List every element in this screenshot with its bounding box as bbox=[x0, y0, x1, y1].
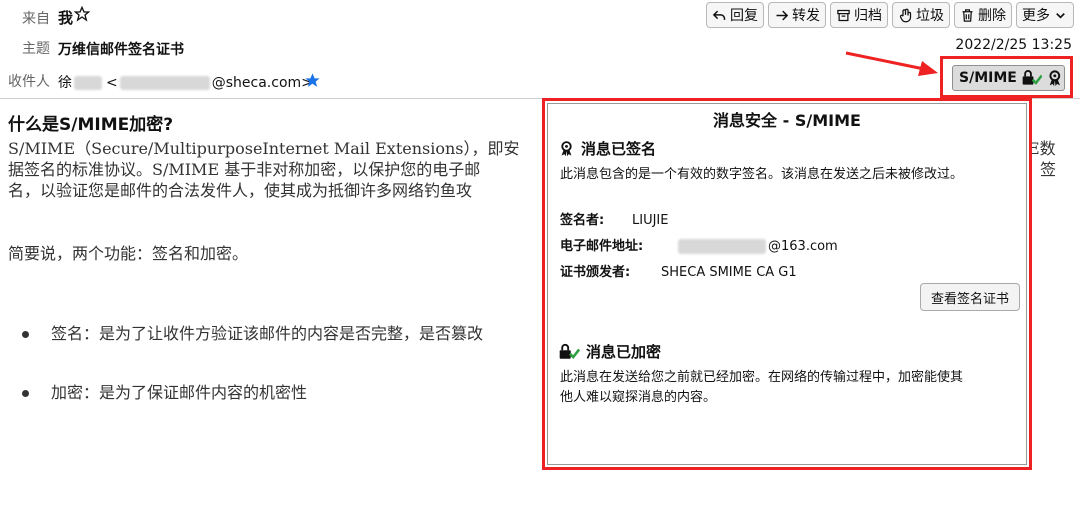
to-email-prefix: < bbox=[106, 75, 118, 91]
encrypted-text: 此消息在发送给您之前就已经加密。在网络的传输过程中，加密能使其 他人难以窥探消息… bbox=[560, 368, 963, 408]
paragraph-line2: 据签名的标准协议。S/MIME 基于非对称加密，以保护您的电子邮 bbox=[8, 160, 481, 179]
signed-text: 此消息包含的是一个有效的数字签名。该消息在发送之后未被修改过。 bbox=[560, 167, 964, 182]
message-date: 2022/2/25 13:25 bbox=[955, 37, 1072, 53]
bullet-dot bbox=[22, 331, 29, 338]
body-heading: 什么是S/MIME加密? bbox=[8, 115, 174, 135]
archive-label: 归档 bbox=[854, 8, 882, 24]
list-item: 加密：是为了保证邮件内容的机密性 bbox=[22, 379, 307, 403]
chevron-down-icon bbox=[1056, 12, 1065, 19]
signer-label: 签名者: bbox=[560, 213, 605, 228]
smime-button[interactable]: S/MIME bbox=[952, 65, 1065, 91]
lock-check-icon bbox=[559, 343, 580, 359]
encrypted-text-line2: 他人难以窥探消息的内容。 bbox=[560, 390, 717, 405]
popup-panel: 消息安全 - S/MIME 消息已签名 此消息包含的是一个有效的数字签名。该消息… bbox=[547, 103, 1027, 465]
archive-button[interactable]: 归档 bbox=[830, 2, 888, 28]
more-button[interactable]: 更多 bbox=[1016, 2, 1074, 28]
subject-value: 万维信邮件签名证书 bbox=[58, 42, 184, 58]
email-label: 电子邮件地址: bbox=[560, 239, 644, 254]
certificate-ribbon-icon bbox=[561, 141, 572, 157]
trash-icon bbox=[962, 8, 973, 22]
delete-label: 删除 bbox=[978, 8, 1006, 24]
issuer-value: SHECA SMIME CA G1 bbox=[661, 265, 797, 280]
signed-heading: 消息已签名 bbox=[581, 140, 657, 158]
reply-label: 回复 bbox=[730, 8, 758, 24]
star-filled-icon[interactable] bbox=[304, 72, 321, 93]
from-value[interactable]: 我 bbox=[58, 7, 73, 28]
lock-check-icon bbox=[1022, 70, 1043, 85]
issuer-row: 证书颁发者: SHECA SMIME CA G1 bbox=[560, 261, 797, 280]
forward-button[interactable]: 转发 bbox=[768, 2, 826, 28]
redacted-name bbox=[74, 76, 102, 90]
from-label: 来自 bbox=[22, 11, 50, 27]
paragraph-line2-end: 签 bbox=[1040, 160, 1057, 179]
signer-row: 签名者: LIUJIE bbox=[560, 209, 668, 228]
smime-highlight: S/MIME bbox=[940, 56, 1073, 98]
message-toolbar: 回复 转发 归档 垃圾 删除 更多 bbox=[706, 2, 1074, 28]
certificate-ribbon-icon bbox=[1049, 70, 1061, 87]
signer-value: LIUJIE bbox=[632, 213, 669, 228]
reply-button[interactable]: 回复 bbox=[706, 2, 764, 28]
to-email-suffix: @sheca.com> bbox=[211, 75, 313, 91]
junk-icon bbox=[899, 8, 912, 22]
to-value[interactable]: 徐 < @sheca.com> bbox=[58, 72, 313, 92]
redacted-email bbox=[119, 76, 210, 90]
archive-icon bbox=[837, 9, 850, 21]
signed-section-heading: 消息已签名 bbox=[558, 138, 656, 159]
email-row: 电子邮件地址: @163.com bbox=[560, 235, 838, 254]
paragraph-line1-end: E数 bbox=[1028, 139, 1056, 158]
delete-button[interactable]: 删除 bbox=[954, 2, 1012, 28]
popup-title: 消息安全 - S/MIME bbox=[713, 111, 861, 130]
more-label: 更多 bbox=[1022, 8, 1050, 24]
subject-label: 主题 bbox=[22, 41, 50, 57]
summary-text: 简要说，两个功能：签名和加密。 bbox=[8, 244, 249, 263]
encrypted-section-heading: 消息已加密 bbox=[558, 341, 661, 362]
redacted-email bbox=[678, 239, 766, 254]
reply-icon bbox=[712, 10, 726, 20]
view-certificate-button[interactable]: 查看签名证书 bbox=[920, 283, 1020, 311]
paragraph-line3: 名，以验证您是邮件的合法发件人，使其成为抵御许多网络钓鱼攻 bbox=[8, 181, 473, 200]
bullet2-text: 加密：是为了保证邮件内容的机密性 bbox=[51, 383, 308, 402]
paragraph-line1: S/MIME（Secure/MultipurposeInternet Mail … bbox=[8, 139, 520, 158]
bullet1-text: 签名：是为了让收件方验证该邮件的内容是否完整，是否篡改 bbox=[51, 324, 484, 343]
issuer-label: 证书颁发者: bbox=[560, 265, 631, 280]
junk-label: 垃圾 bbox=[916, 8, 944, 24]
annotation-arrow bbox=[845, 51, 938, 76]
email-value: @163.com bbox=[768, 239, 838, 254]
to-label: 收件人 bbox=[8, 74, 50, 90]
junk-button[interactable]: 垃圾 bbox=[892, 2, 950, 28]
encrypted-text-line1: 此消息在发送给您之前就已经加密。在网络的传输过程中，加密能使其 bbox=[560, 370, 964, 385]
smime-security-popup: 消息安全 - S/MIME 消息已签名 此消息包含的是一个有效的数字签名。该消息… bbox=[542, 98, 1032, 470]
to-name-prefix: 徐 bbox=[58, 75, 72, 91]
star-outline-icon[interactable] bbox=[73, 5, 91, 26]
list-item: 签名：是为了让收件方验证该邮件的内容是否完整，是否篡改 bbox=[22, 320, 483, 344]
forward-icon bbox=[776, 10, 789, 20]
encrypted-heading: 消息已加密 bbox=[586, 343, 662, 361]
smime-label: S/MIME bbox=[959, 70, 1017, 86]
forward-label: 转发 bbox=[792, 8, 820, 24]
bullet-dot bbox=[22, 390, 29, 397]
